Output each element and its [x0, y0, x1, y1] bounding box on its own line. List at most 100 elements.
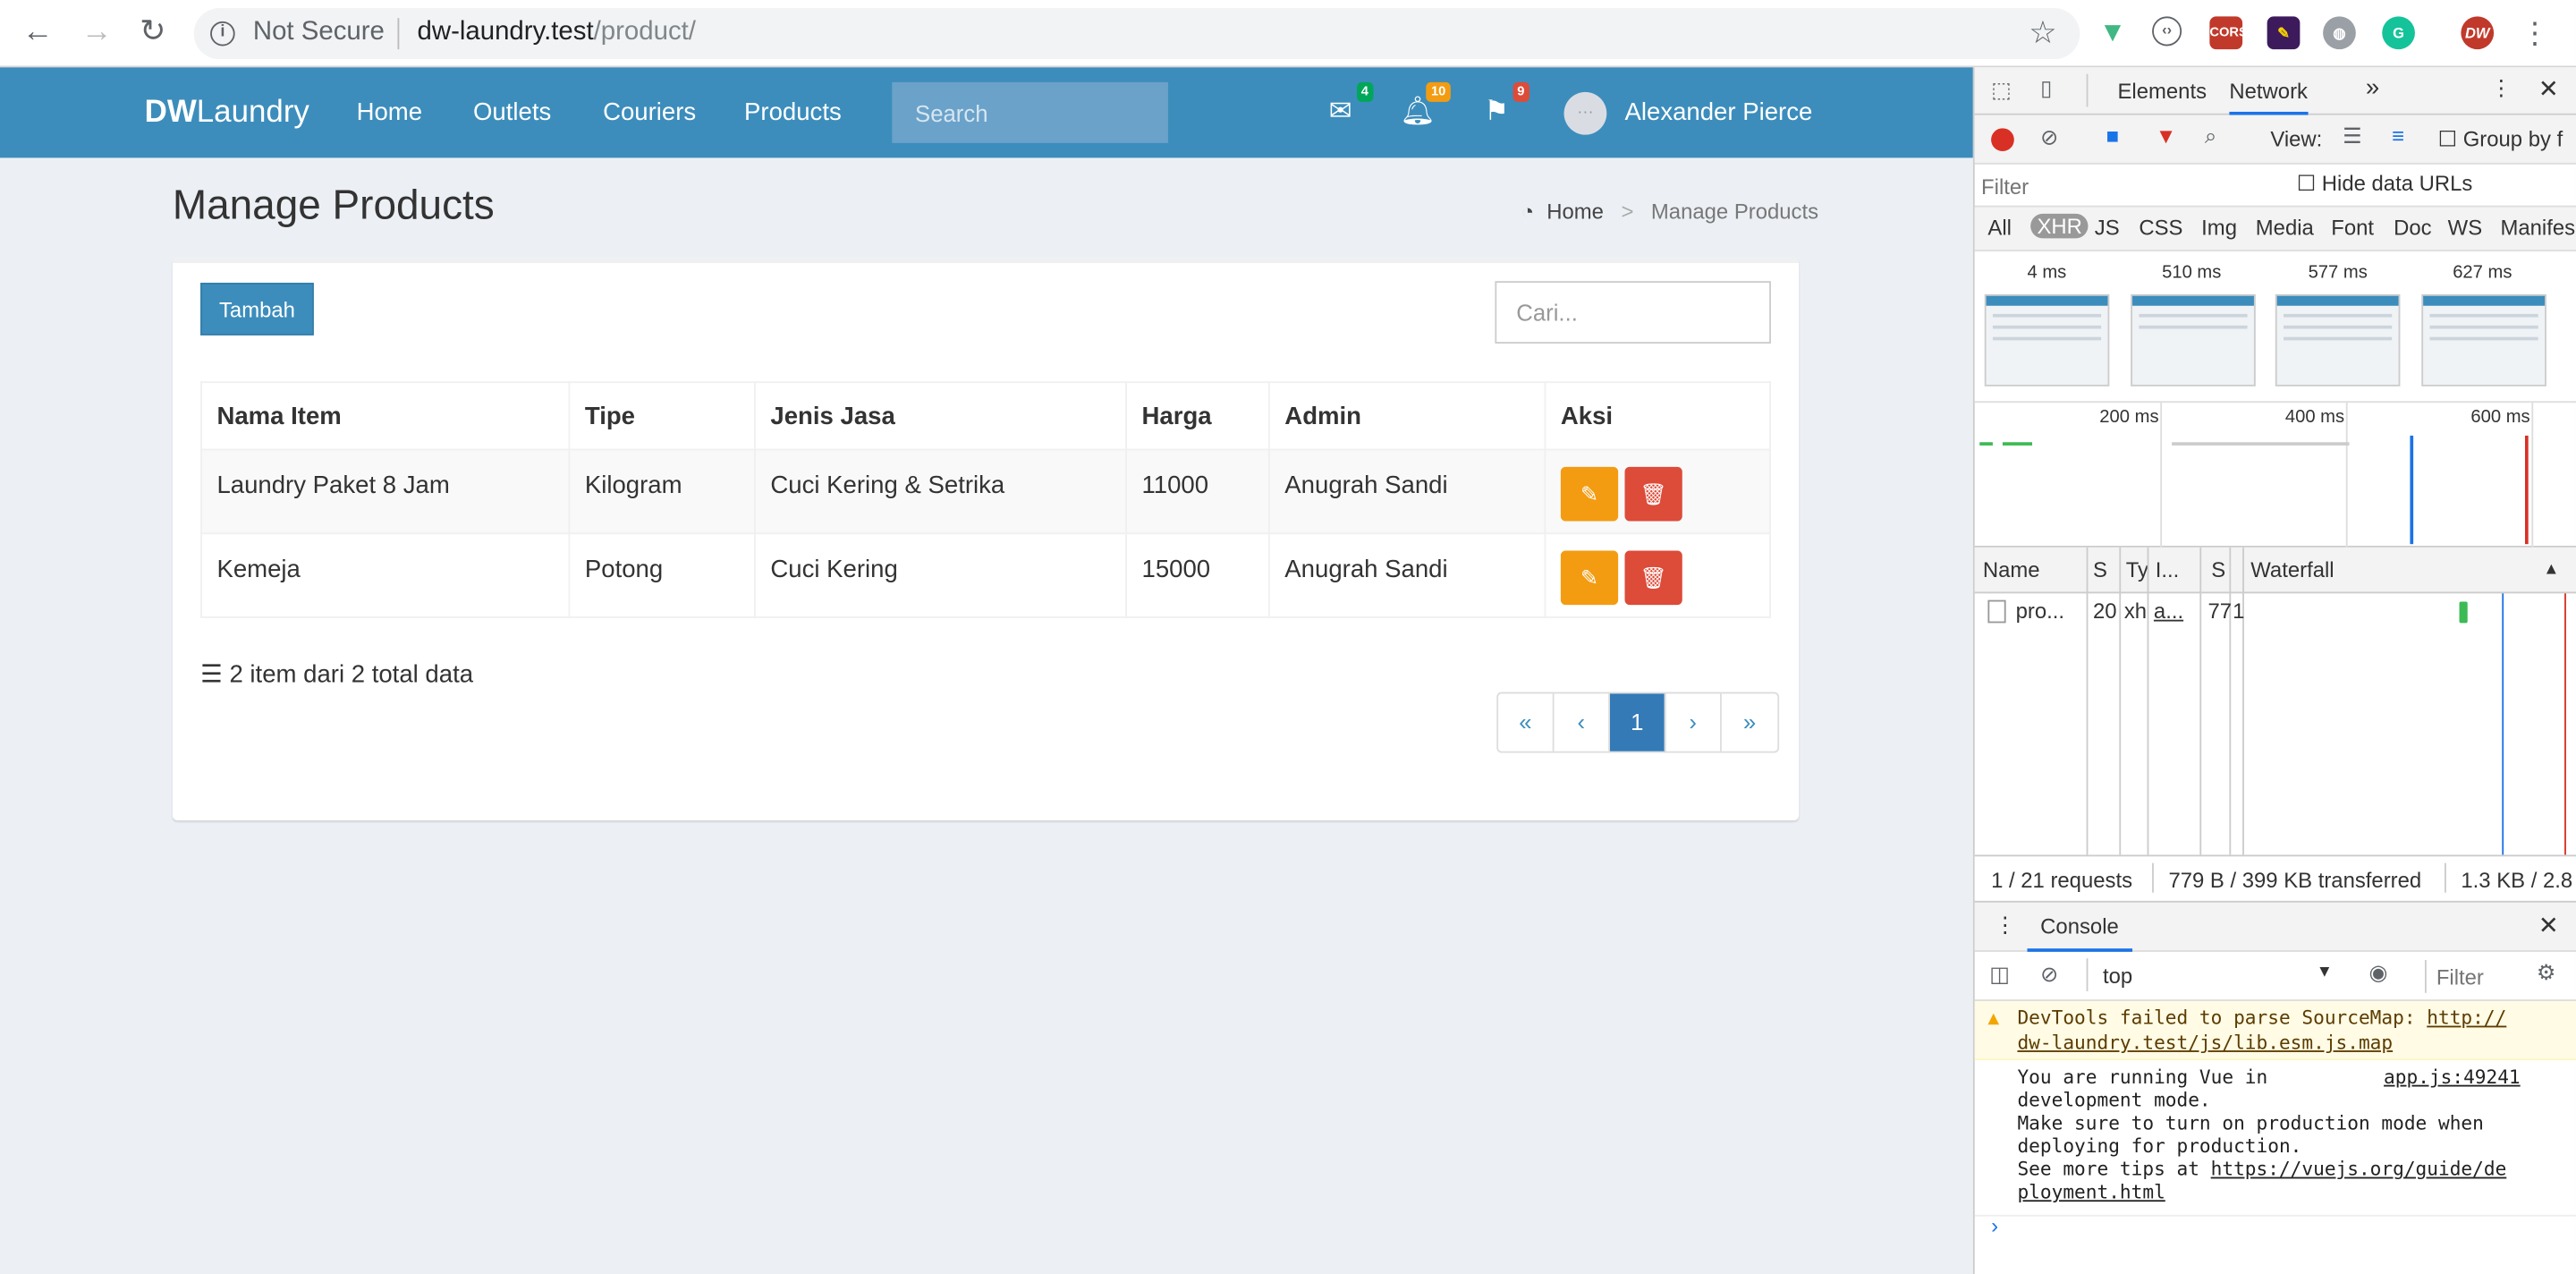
request-name[interactable]: pro... [2016, 599, 2064, 624]
vue-docs-link[interactable]: https://vuejs.org/guide/de [2211, 1158, 2507, 1181]
type-doc[interactable]: Doc [2394, 216, 2431, 241]
film-thumbnail[interactable] [2275, 293, 2401, 386]
type-js[interactable]: JS [2095, 216, 2120, 241]
type-css[interactable]: CSS [2139, 216, 2182, 241]
url-host: dw-laundry.test [417, 18, 594, 47]
page-next[interactable]: › [1665, 693, 1722, 752]
page-prev[interactable]: ‹ [1555, 693, 1610, 752]
tab-network[interactable]: Network [2229, 79, 2308, 115]
gear-icon[interactable]: ⚙ [2537, 960, 2555, 986]
tab-elements[interactable]: Elements [2118, 79, 2207, 104]
user-avatar[interactable]: ··· [1563, 91, 1607, 135]
navbar-search-input[interactable] [892, 81, 1168, 143]
bell-icon[interactable]: 🔔︎ 10 [1400, 81, 1451, 129]
sidebar-toggle-icon[interactable]: ◫ [1989, 962, 2010, 988]
envelope-icon[interactable]: ✉ 4 [1323, 81, 1374, 129]
col-type[interactable]: Ty [2126, 557, 2148, 582]
profile-avatar-icon[interactable]: DW [2461, 16, 2495, 50]
brand-logo[interactable]: DWLaundry [145, 96, 309, 132]
close-drawer-icon[interactable]: ✕ [2538, 911, 2559, 940]
group-by-frame[interactable]: ☐ Group by f [2438, 126, 2563, 152]
reload-icon[interactable]: ↻ [135, 15, 171, 51]
table-search-input[interactable] [1495, 281, 1771, 344]
eye-icon[interactable]: ◉ [2369, 960, 2388, 986]
inspect-icon[interactable]: ⬚ [1991, 77, 2012, 103]
edit-button[interactable]: ✎ [1560, 466, 1619, 522]
col-status[interactable]: S [2093, 557, 2107, 582]
grammarly-icon[interactable]: G [2382, 16, 2415, 50]
vue-devtools-icon[interactable]: ▼ [2097, 16, 2130, 49]
film-thumbnail[interactable] [2421, 293, 2546, 386]
sort-up-icon[interactable]: ▲ [2543, 561, 2559, 579]
msg-tips-text: See more tips at [2017, 1157, 2211, 1181]
type-all[interactable]: All [1987, 216, 2012, 241]
vue-docs-link-cont[interactable]: ployment.html [2017, 1180, 2165, 1203]
drawer-menu-icon[interactable]: ⋮ [1995, 913, 2016, 939]
back-icon[interactable]: ← [20, 15, 55, 51]
filter-funnel-icon[interactable]: ▼ [2156, 123, 2177, 149]
film-thumbnail[interactable] [1984, 293, 2110, 386]
delete-button[interactable]: 🗑︎ [1624, 466, 1682, 522]
type-media[interactable]: Media [2256, 216, 2314, 241]
col-waterfall[interactable]: Waterfall [2250, 557, 2334, 582]
waterfall-view-icon[interactable]: ≡ [2392, 123, 2404, 149]
globe-extension-icon[interactable]: ◍ [2323, 16, 2356, 50]
type-font[interactable]: Font [2331, 216, 2374, 241]
forward-icon[interactable]: → [79, 15, 114, 51]
page-first[interactable]: « [1498, 693, 1555, 752]
film-thumbnail[interactable] [2131, 293, 2256, 386]
menu-kebab-icon[interactable]: ⋮ [2517, 15, 2553, 51]
clear-icon[interactable]: ⊘ [2040, 125, 2058, 151]
nav-products[interactable]: Products [744, 98, 842, 126]
console-filter-input[interactable] [2424, 960, 2524, 993]
devtools-menu-icon[interactable]: ⋮ [2490, 76, 2512, 102]
more-tabs-icon[interactable]: » [2366, 74, 2379, 102]
chevron-down-icon[interactable]: ▼ [2317, 964, 2333, 981]
capture-screenshots-icon[interactable]: ■ [2106, 123, 2119, 149]
page-last[interactable]: » [1722, 693, 1777, 751]
pen-extension-icon[interactable]: ✎ [2267, 16, 2301, 50]
delete-button[interactable]: 🗑︎ [1624, 550, 1682, 606]
add-product-button[interactable]: Tambah [200, 283, 314, 335]
col-name[interactable]: Name [1983, 557, 2040, 582]
msg-source-link[interactable]: app.js:49241 [2384, 1066, 2521, 1089]
hide-data-urls-checkbox[interactable]: ☐ Hide data URLs [2297, 171, 2473, 197]
list-view-icon[interactable]: ☰ [2343, 123, 2361, 149]
network-filter-input[interactable] [1981, 169, 2271, 203]
cors-extension-icon[interactable]: CORS [2209, 16, 2248, 50]
breadcrumb-home[interactable]: Home [1546, 199, 1604, 224]
nav-couriers[interactable]: Couriers [603, 98, 696, 126]
col-initiator[interactable]: I... [2156, 557, 2180, 582]
msg-line-link-cont: ployment.html [2017, 1180, 2165, 1203]
bookmark-star-icon[interactable]: ☆ [2029, 15, 2056, 53]
url-text[interactable]: dw-laundry.test/product/ [418, 18, 696, 47]
code-extension-icon[interactable]: ‹› [2152, 16, 2182, 47]
nav-outlets[interactable]: Outlets [473, 98, 551, 126]
record-icon[interactable] [1991, 128, 2014, 152]
edit-button[interactable]: ✎ [1560, 550, 1619, 606]
type-ws[interactable]: WS [2448, 216, 2482, 241]
warning-link-cont[interactable]: dw-laundry.test/js/lib.esm.js.map [2017, 1031, 2393, 1054]
console-prompt-icon[interactable]: › [1991, 1213, 1998, 1238]
user-name[interactable]: Alexander Pierce [1624, 98, 1812, 126]
cell-aksi: ✎ 🗑︎ [1544, 532, 1771, 618]
page-current[interactable]: 1 [1609, 693, 1666, 752]
network-overview-timeline[interactable]: 200 ms 400 ms 600 ms [1974, 403, 2576, 548]
nav-home[interactable]: Home [357, 98, 422, 126]
close-devtools-icon[interactable]: ✕ [2538, 74, 2559, 104]
search-icon[interactable]: ⌕ [2205, 123, 2216, 149]
context-selector[interactable]: top [2103, 964, 2132, 989]
type-xhr[interactable]: XHR [2030, 213, 2089, 239]
tab-console[interactable]: Console [2027, 903, 2132, 952]
flag-icon[interactable]: ⚑ 9 [1479, 81, 1530, 129]
clear-console-icon[interactable]: ⊘ [2040, 962, 2058, 988]
request-initiator[interactable]: a... [2154, 599, 2183, 624]
device-toggle-icon[interactable]: ▯ [2040, 76, 2052, 102]
info-icon[interactable]: i [210, 21, 235, 47]
request-row[interactable]: pro... 20 xh a... 77 1 [1975, 593, 2576, 629]
type-manifest[interactable]: Manifes [2500, 216, 2575, 241]
warning-link[interactable]: http:// [2427, 1006, 2506, 1029]
type-img[interactable]: Img [2201, 216, 2237, 241]
col-size[interactable]: S [2211, 557, 2225, 582]
address-bar[interactable]: i Not Secure dw-laundry.test/product/ ☆ [193, 8, 2080, 60]
